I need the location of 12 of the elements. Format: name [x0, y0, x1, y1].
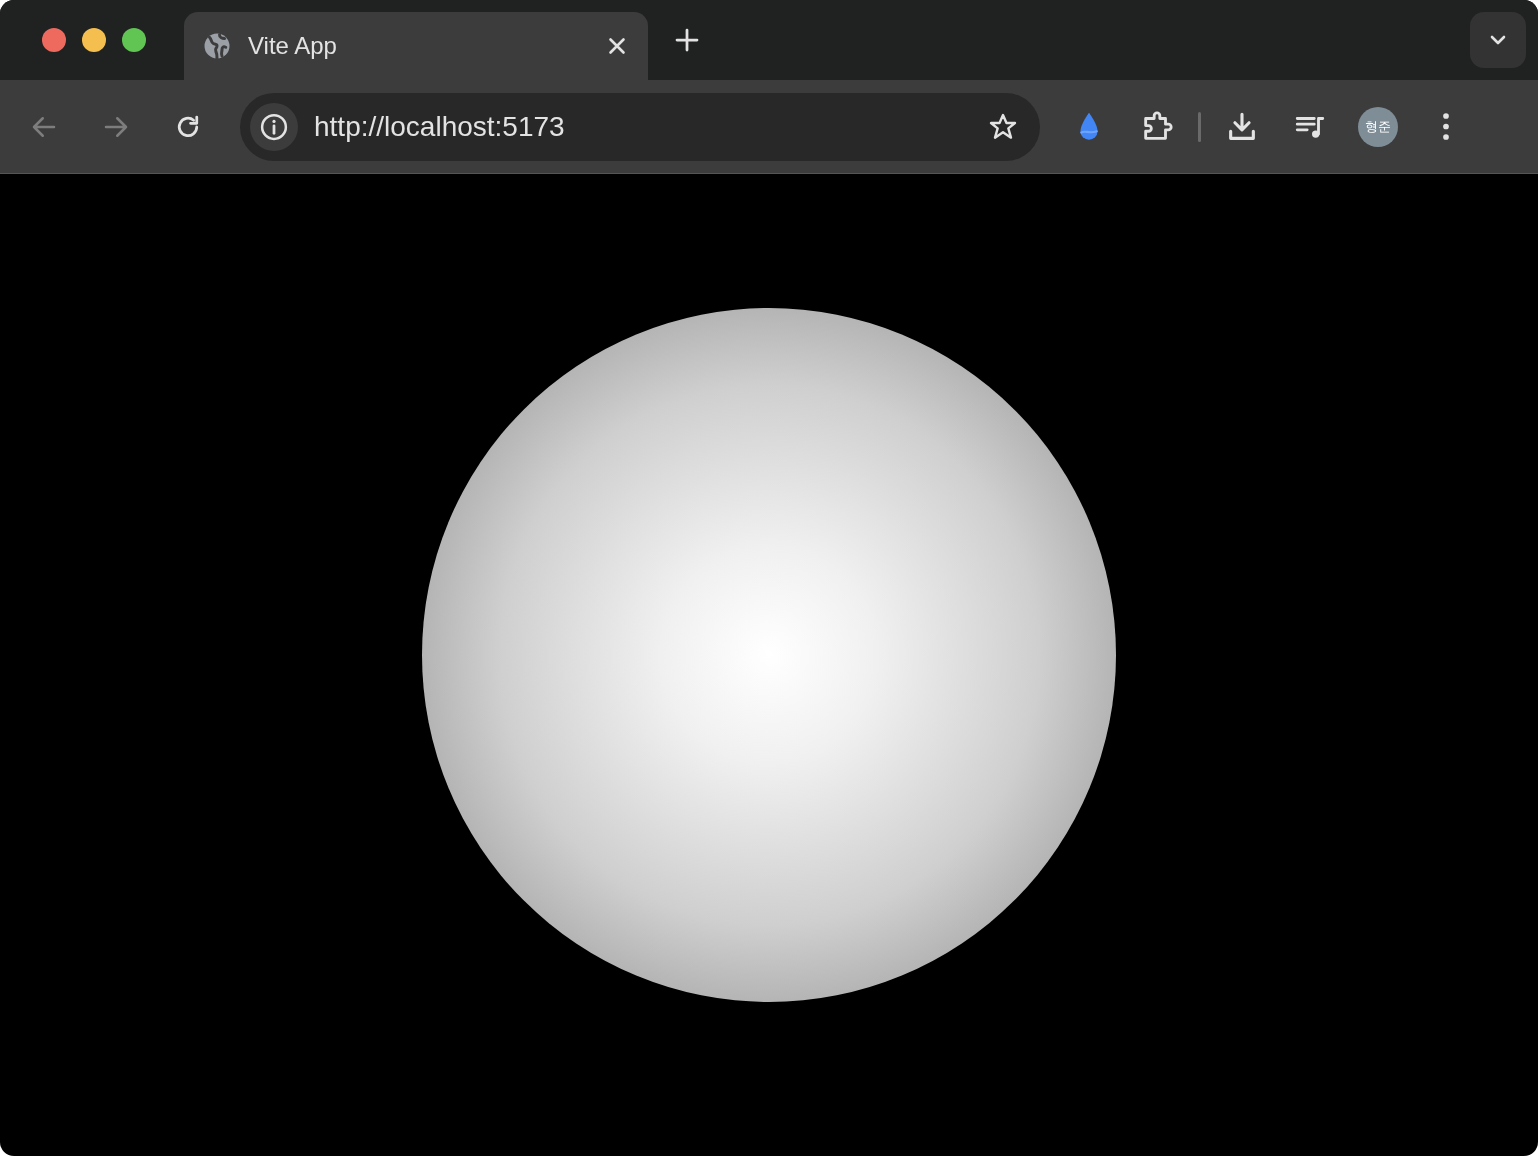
zoom-window-button[interactable] — [122, 28, 146, 52]
minimize-window-button[interactable] — [82, 28, 106, 52]
tab-list-button[interactable] — [1470, 12, 1526, 68]
url-text: http://localhost:5173 — [314, 109, 566, 144]
tab-title: Vite App — [248, 31, 338, 61]
more-vertical-icon — [1443, 113, 1449, 140]
info-icon — [259, 111, 289, 142]
site-info-button[interactable] — [250, 102, 298, 151]
close-window-button[interactable] — [42, 28, 66, 52]
address-bar[interactable]: http://localhost:5173 — [240, 92, 1040, 161]
globe-icon — [202, 31, 232, 61]
browser-tab[interactable]: Vite App — [184, 12, 648, 80]
